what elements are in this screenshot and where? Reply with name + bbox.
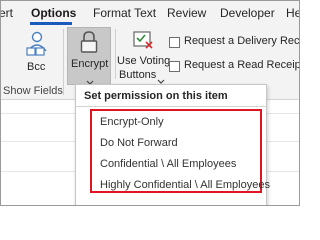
read-receipt-label: Request a Read Receipt [184,59,300,71]
delivery-receipt-label: Request a Delivery Receipt [184,35,300,47]
delivery-receipt-checkbox[interactable] [169,37,180,48]
read-receipt-checkbox[interactable] [169,61,180,72]
tab-insert[interactable]: ert [1,6,13,20]
delivery-receipt-option[interactable]: Request a Delivery Receipt [169,35,299,49]
menu-item-encrypt-only[interactable]: Encrypt-Only [100,116,164,128]
voting-label-line2: Buttons [119,69,157,81]
bcc-icon [23,31,53,62]
use-voting-buttons[interactable]: Use Voting Buttons [117,27,171,84]
bcc-button[interactable]: Bcc [17,29,57,77]
encrypt-label: Encrypt [71,58,109,70]
dropdown-header: Set permission on this item [84,90,228,102]
lock-icon [78,30,100,59]
tab-developer[interactable]: Developer [220,6,275,20]
bcc-label: Bcc [27,61,46,73]
menu-item-highly-confidential[interactable]: Highly Confidential \ All Employees [100,179,270,191]
tab-options[interactable]: Options [31,6,76,20]
menu-item-do-not-forward[interactable]: Do Not Forward [100,137,178,149]
dropdown-divider [76,106,266,107]
encrypt-button[interactable]: Encrypt [67,27,111,85]
tab-help[interactable]: He [286,6,299,20]
group-divider [63,29,64,95]
encrypt-dropdown-menu: Set permission on this item Encrypt-Only… [75,84,270,205]
menu-item-confidential[interactable]: Confidential \ All Employees [100,158,236,170]
tab-format-text[interactable]: Format Text [93,6,156,20]
voting-label-line1: Use Voting [117,55,171,67]
tab-review[interactable]: Review [167,6,206,20]
read-receipt-option[interactable]: Request a Read Receipt [169,59,299,73]
show-fields-group-label: Show Fields [3,85,63,97]
voting-icon [132,29,156,56]
ribbon-tabs: ert Options Format Text Review Developer… [1,1,299,25]
outlook-window: ert Options Format Text Review Developer… [0,0,300,206]
group-divider [115,29,116,79]
